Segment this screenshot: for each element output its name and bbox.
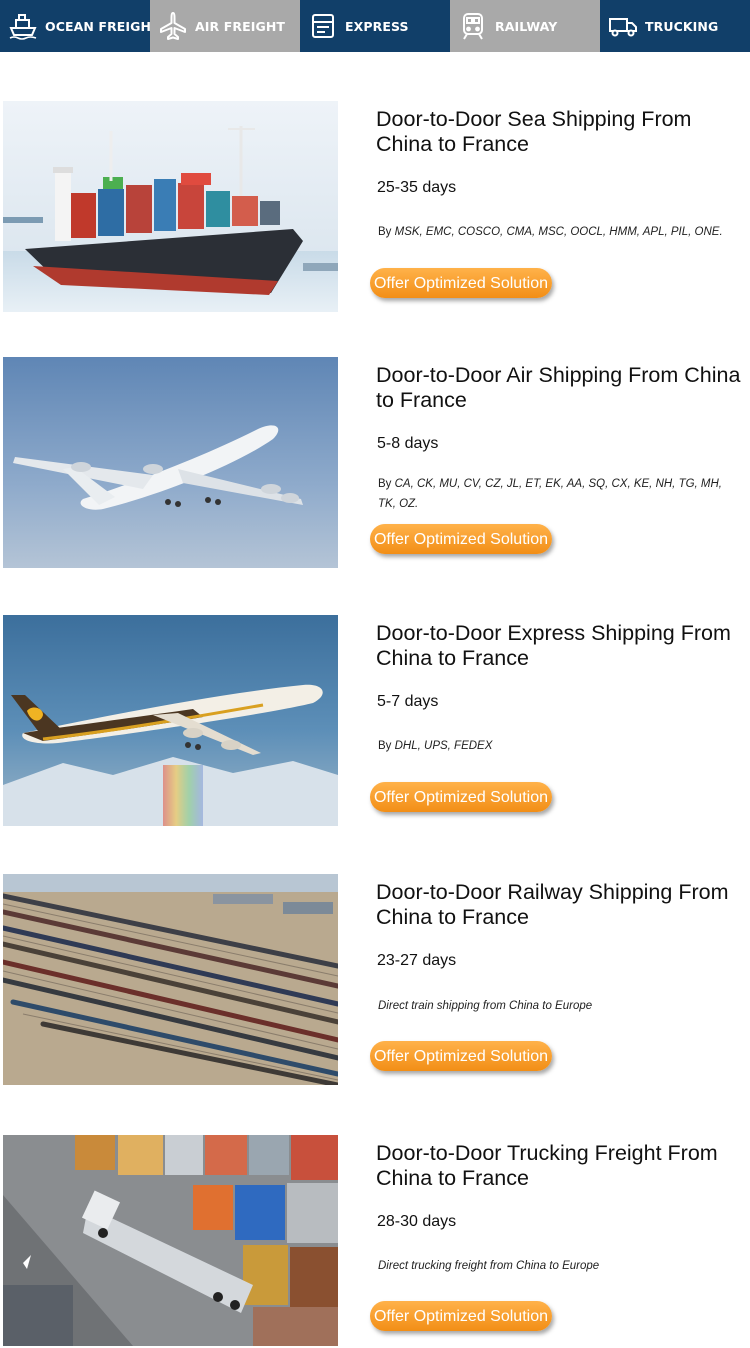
tab-label: AIR FREIGHT xyxy=(195,18,286,34)
offer-solution-button[interactable]: Offer Optimized Solution xyxy=(370,1301,552,1331)
truck-icon xyxy=(608,11,638,41)
carrier-list: By CA, CK, MU, CV, CZ, JL, ET, EK, AA, S… xyxy=(378,474,743,514)
rail-yard-photo xyxy=(3,874,338,1085)
carrier-names: CA, CK, MU, CV, CZ, JL, ET, EK, AA, SQ, … xyxy=(378,478,723,510)
carrier-list: By MSK, EMC, COSCO, CMA, MSC, OOCL, HMM,… xyxy=(378,222,743,242)
service-card-sea: Door-to-Door Sea Shipping From China to … xyxy=(0,101,750,312)
service-title: Door-to-Door Trucking Freight From China… xyxy=(376,1141,718,1190)
container-truck-photo xyxy=(3,1135,338,1346)
carrier-names: DHL, UPS, FEDEX xyxy=(394,740,493,752)
tab-trucking[interactable]: TRUCKING xyxy=(600,0,750,52)
tab-express[interactable]: EXPRESS xyxy=(300,0,450,52)
tab-label: OCEAN FREIGHT xyxy=(45,18,160,34)
tab-ocean-freight[interactable]: OCEAN FREIGHT xyxy=(0,0,160,52)
airplane-icon xyxy=(158,11,188,41)
service-card-air: Door-to-Door Air Shipping From China to … xyxy=(0,357,750,568)
offer-solution-button[interactable]: Offer Optimized Solution xyxy=(370,524,552,554)
offer-solution-button[interactable]: Offer Optimized Solution xyxy=(370,268,552,298)
carrier-list: By DHL, UPS, FEDEX xyxy=(378,736,743,756)
shipping-mode-tabs: OCEAN FREIGHT AIR FREIGHT EXPRESS RAILWA… xyxy=(0,0,750,52)
service-card-railway: Door-to-Door Railway Shipping From China… xyxy=(0,874,750,1085)
carrier-prefix: By xyxy=(378,740,392,752)
container-ship-photo xyxy=(3,101,338,312)
transit-time: 5-7 days xyxy=(377,693,439,710)
tab-label: RAILWAY xyxy=(495,18,558,34)
offer-solution-button[interactable]: Offer Optimized Solution xyxy=(370,782,552,812)
transit-time: 25-35 days xyxy=(377,179,457,196)
tab-label: EXPRESS xyxy=(345,18,409,34)
transit-time: 23-27 days xyxy=(377,952,457,969)
cargo-airplane-photo xyxy=(3,357,338,568)
carrier-names: Direct trucking freight from China to Eu… xyxy=(378,1260,600,1272)
package-icon xyxy=(308,11,338,41)
transit-time: 5-8 days xyxy=(377,435,439,452)
service-title: Door-to-Door Express Shipping From China… xyxy=(376,621,731,670)
ship-icon xyxy=(8,11,38,41)
carrier-prefix: By xyxy=(378,478,392,490)
tab-railway[interactable]: RAILWAY xyxy=(450,0,600,52)
service-title: Door-to-Door Sea Shipping From China to … xyxy=(376,107,692,156)
carrier-prefix: By xyxy=(378,226,392,238)
service-card-trucking: Door-to-Door Trucking Freight From China… xyxy=(0,1135,750,1346)
carrier-list: Direct trucking freight from China to Eu… xyxy=(378,1256,743,1276)
service-title: Door-to-Door Railway Shipping From China… xyxy=(376,880,729,929)
carrier-names: MSK, EMC, COSCO, CMA, MSC, OOCL, HMM, AP… xyxy=(394,226,723,238)
tab-air-freight[interactable]: AIR FREIGHT xyxy=(150,0,300,52)
transit-time: 28-30 days xyxy=(377,1213,457,1230)
service-card-express: Door-to-Door Express Shipping From China… xyxy=(0,615,750,826)
ups-airplane-photo xyxy=(3,615,338,826)
train-icon xyxy=(458,11,488,41)
carrier-list: Direct train shipping from China to Euro… xyxy=(378,996,743,1016)
offer-solution-button[interactable]: Offer Optimized Solution xyxy=(370,1041,552,1071)
carrier-names: Direct train shipping from China to Euro… xyxy=(378,1000,593,1012)
tab-label: TRUCKING xyxy=(645,18,719,34)
service-title: Door-to-Door Air Shipping From China to … xyxy=(376,363,741,412)
